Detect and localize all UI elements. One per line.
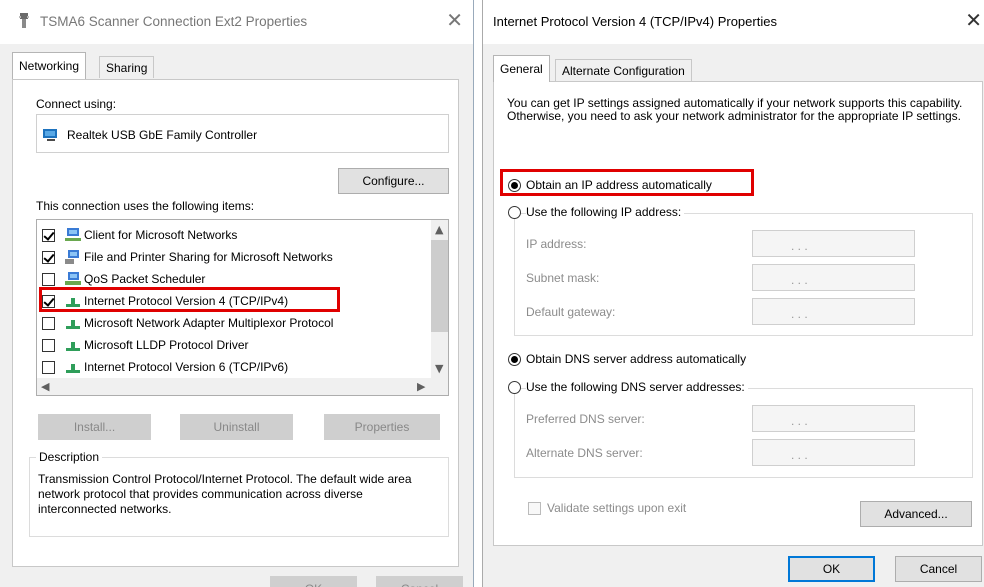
ip-dots: . . . — [791, 414, 808, 428]
file-printer-sharing-icon — [65, 250, 79, 264]
obtain-dns-auto-label: Obtain DNS server address automatically — [526, 352, 747, 366]
item-checkbox[interactable] — [42, 361, 55, 374]
item-checkbox[interactable] — [42, 317, 55, 330]
advanced-button[interactable]: Advanced... — [860, 501, 972, 527]
alternate-dns-field[interactable]: . . . — [752, 439, 915, 466]
validate-label: Validate settings upon exit — [547, 501, 687, 515]
ip-dots: . . . — [791, 307, 808, 321]
use-following-dns-label: Use the following DNS server addresses: — [526, 380, 748, 394]
configure-button[interactable]: Configure... — [338, 168, 449, 194]
alternate-dns-label: Alternate DNS server: — [526, 446, 643, 460]
title-bar: Internet Protocol Version 4 (TCP/IPv4) P… — [483, 0, 984, 44]
general-panel: You can get IP settings assigned automat… — [493, 81, 983, 546]
intro-text: You can get IP settings assigned automat… — [507, 96, 963, 123]
item-label: File and Printer Sharing for Microsoft N… — [84, 250, 333, 264]
protocol-icon — [66, 364, 80, 373]
item-checkbox[interactable] — [42, 251, 55, 264]
adapter-name: Realtek USB GbE Family Controller — [67, 128, 258, 142]
cancel-button[interactable]: Cancel — [895, 556, 982, 582]
list-item[interactable]: Client for Microsoft Networks — [37, 224, 432, 246]
list-item[interactable]: File and Printer Sharing for Microsoft N… — [37, 246, 432, 268]
adapter-icon — [43, 129, 57, 141]
window-title: Internet Protocol Version 4 (TCP/IPv4) P… — [493, 14, 777, 29]
ipv4-highlight-box — [39, 287, 340, 312]
use-following-ip-radio[interactable] — [508, 206, 521, 219]
tab-general[interactable]: General — [493, 55, 550, 82]
ok-button[interactable]: OK — [788, 556, 875, 582]
ip-dots: . . . — [791, 273, 808, 287]
ipv4-properties-window: Internet Protocol Version 4 (TCP/IPv4) P… — [482, 0, 984, 587]
scroll-right-icon[interactable]: ▶ — [417, 380, 425, 393]
window-title: TSMA6 Scanner Connection Ext2 Properties — [40, 14, 308, 29]
protocol-icon — [66, 320, 80, 329]
ip-dots: . . . — [791, 448, 808, 462]
network-client-icon — [65, 228, 81, 241]
description-text: Transmission Control Protocol/Internet P… — [38, 472, 412, 516]
close-icon[interactable]: ✕ — [965, 8, 982, 32]
scroll-up-icon[interactable]: ▲ — [435, 223, 443, 236]
connect-using-label: Connect using: — [36, 97, 117, 111]
connection-properties-window: TSMA6 Scanner Connection Ext2 Properties… — [0, 0, 474, 587]
tab-alternate-configuration[interactable]: Alternate Configuration — [555, 59, 692, 81]
ip-address-field[interactable]: . . . — [752, 230, 915, 257]
default-gateway-label: Default gateway: — [526, 305, 616, 319]
list-item[interactable]: Microsoft Network Adapter Multiplexor Pr… — [37, 312, 432, 334]
preferred-dns-field[interactable]: . . . — [752, 405, 915, 432]
tab-networking[interactable]: Networking — [12, 52, 87, 79]
items-label: This connection uses the following items… — [36, 199, 255, 213]
network-adapter-icon — [19, 13, 29, 28]
item-label: Microsoft LLDP Protocol Driver — [84, 338, 249, 352]
list-item[interactable]: Internet Protocol Version 6 (TCP/IPv6) — [37, 356, 432, 378]
default-gateway-field[interactable]: . . . — [752, 298, 915, 325]
item-label: Internet Protocol Version 6 (TCP/IPv6) — [84, 360, 289, 374]
subnet-mask-field[interactable]: . . . — [752, 264, 915, 291]
cancel-button[interactable]: Cancel — [376, 576, 463, 587]
qos-scheduler-icon — [65, 272, 81, 285]
list-item[interactable]: Microsoft LLDP Protocol Driver — [37, 334, 432, 356]
close-icon[interactable]: ✕ — [446, 8, 463, 32]
vertical-scrollbar[interactable]: ▲ ▼ — [431, 220, 448, 379]
preferred-dns-label: Preferred DNS server: — [526, 412, 645, 426]
item-label: Microsoft Network Adapter Multiplexor Pr… — [84, 316, 334, 330]
title-bar: TSMA6 Scanner Connection Ext2 Properties… — [0, 0, 473, 44]
scroll-down-icon[interactable]: ▼ — [435, 362, 443, 375]
item-label: Client for Microsoft Networks — [84, 228, 238, 242]
uninstall-button[interactable]: Uninstall — [180, 414, 293, 440]
ip-address-label: IP address: — [526, 237, 587, 251]
scroll-thumb[interactable] — [431, 240, 448, 332]
install-button[interactable]: Install... — [38, 414, 151, 440]
horizontal-scrollbar[interactable]: ◀ ▶ — [37, 378, 448, 395]
use-following-dns-radio[interactable] — [508, 381, 521, 394]
obtain-dns-auto-radio[interactable] — [508, 353, 521, 366]
description-legend: Description — [36, 450, 103, 464]
item-label: QoS Packet Scheduler — [84, 272, 206, 286]
scroll-left-icon[interactable]: ◀ — [41, 380, 49, 393]
ip-dots: . . . — [791, 239, 808, 253]
description-group: Description Transmission Control Protoco… — [29, 450, 449, 537]
tab-sharing[interactable]: Sharing — [99, 56, 155, 78]
ok-button[interactable]: OK — [270, 576, 357, 587]
networking-panel: Connect using: Realtek USB GbE Family Co… — [12, 79, 459, 567]
obtain-ip-highlight-box — [500, 169, 754, 196]
protocol-icon — [66, 342, 80, 351]
validate-checkbox[interactable] — [528, 502, 541, 515]
item-checkbox[interactable] — [42, 273, 55, 286]
properties-button[interactable]: Properties — [324, 414, 440, 440]
window-gap — [474, 0, 482, 587]
use-following-ip-label: Use the following IP address: — [526, 205, 685, 219]
subnet-mask-label: Subnet mask: — [526, 271, 600, 285]
item-checkbox[interactable] — [42, 229, 55, 242]
adapter-box: Realtek USB GbE Family Controller — [36, 114, 449, 153]
item-checkbox[interactable] — [42, 339, 55, 352]
